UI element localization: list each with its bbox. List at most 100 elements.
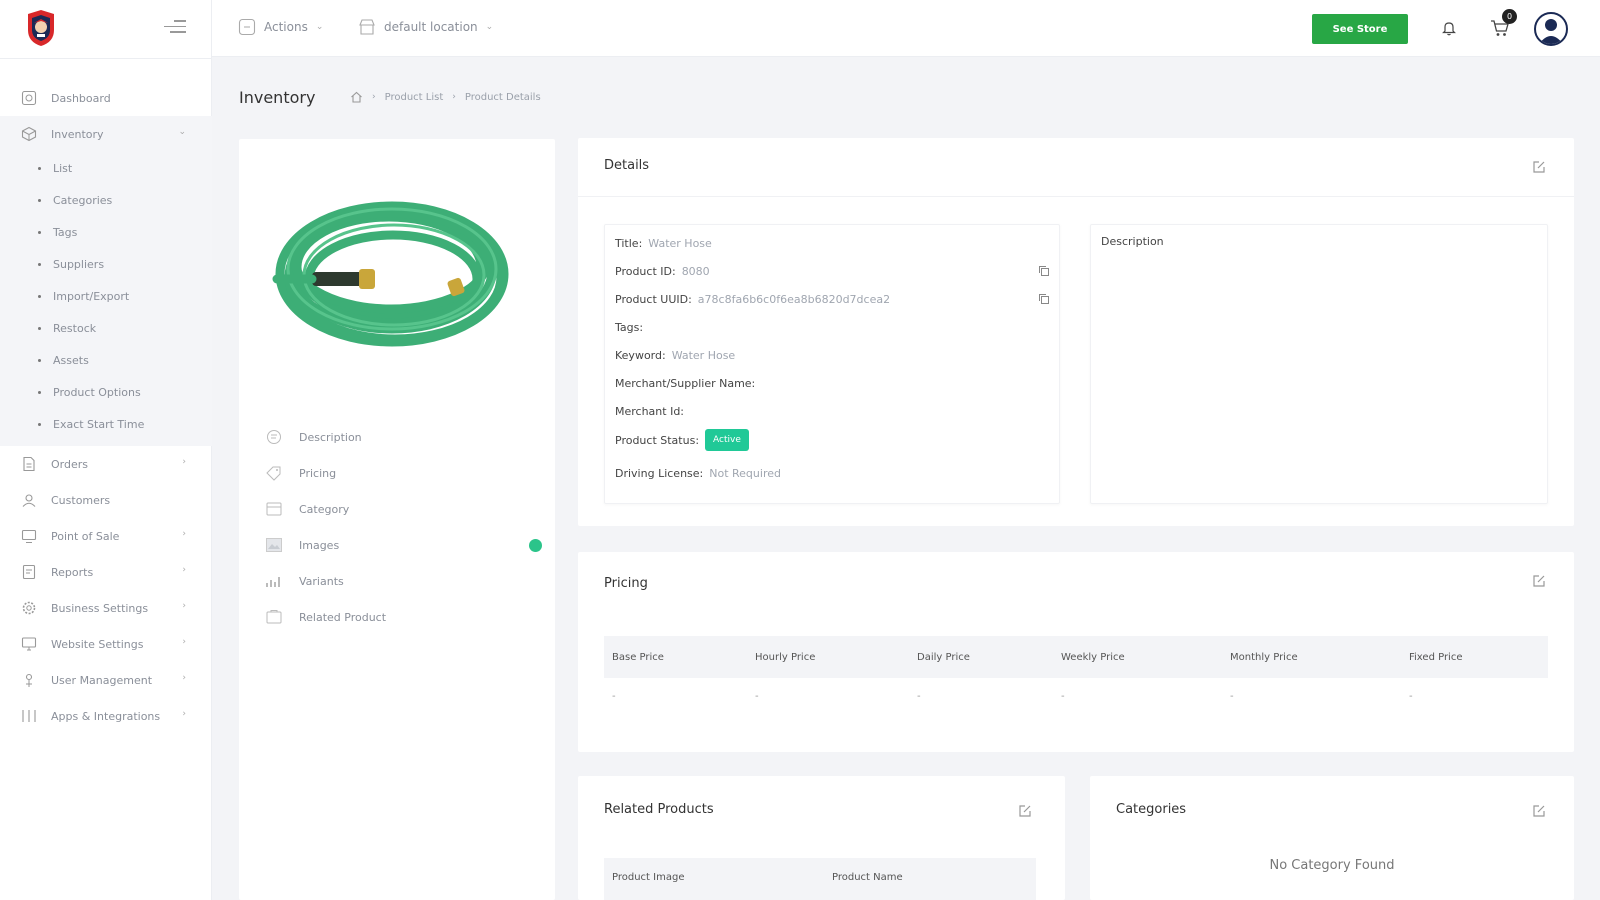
location-label: default location (384, 20, 478, 34)
sidebar-item-business-settings[interactable]: Business Settings › (0, 590, 212, 626)
sidebar-subitem-assets[interactable]: Assets (0, 344, 212, 376)
info-row-title: Title: Water Hose (615, 237, 712, 250)
bullet-icon (38, 422, 41, 426)
tab-category[interactable]: Category (239, 491, 555, 527)
column-header: Product Image (612, 872, 685, 883)
mascot-logo[interactable] (22, 8, 60, 48)
category-icon (266, 502, 282, 516)
bullet-icon (38, 230, 41, 234)
see-store-button[interactable]: See Store (1312, 14, 1408, 44)
subitem-label: Categories (53, 193, 113, 207)
info-row-tags: Tags: (615, 321, 649, 334)
copy-icon[interactable] (1038, 293, 1050, 305)
bullet-icon (38, 166, 41, 170)
related-product-icon (266, 610, 282, 624)
edit-icon[interactable] (1532, 160, 1546, 174)
actions-label: Actions (264, 20, 308, 34)
tab-label: Description (299, 430, 362, 444)
avatar[interactable] (1534, 12, 1568, 46)
keyword-value: Water Hose (671, 349, 736, 362)
product-uuid-label: Product UUID: (615, 293, 692, 306)
sidebar-subitem-restock[interactable]: Restock (0, 312, 212, 344)
sidebar-item-point-of-sale[interactable]: Point of Sale › (0, 518, 212, 554)
chevron-right-icon: › (182, 529, 186, 539)
sidebar-subitem-import-export[interactable]: Import/Export (0, 280, 212, 312)
chevron-right-icon: › (372, 92, 376, 102)
copy-icon[interactable] (1038, 265, 1050, 277)
description-label: Description (1101, 235, 1164, 248)
sidebar-subitem-suppliers[interactable]: Suppliers (0, 248, 212, 280)
title-label: Title: (615, 237, 643, 250)
edit-icon[interactable] (1532, 804, 1546, 818)
sidebar-item-label: Orders (51, 457, 88, 471)
tab-label: Images (299, 538, 340, 552)
sidebar-item-label: Customers (51, 493, 111, 507)
tags-label: Tags: (615, 321, 644, 334)
chevron-right-icon: › (182, 601, 186, 611)
sidebar-item-customers[interactable]: Customers (0, 482, 212, 518)
user-icon (20, 672, 37, 689)
sidebar-item-orders[interactable]: Orders › (0, 446, 212, 482)
sidebar-subitem-list[interactable]: List (0, 152, 212, 184)
product-uuid-value: a78c8fa6b6c0f6ea8b6820d7dcea2 (697, 293, 891, 306)
user-avatar-icon (1539, 19, 1563, 44)
driving-license-value: Not Required (709, 467, 781, 480)
tab-images[interactable]: Images (239, 527, 555, 563)
sidebar-subitem-exact-start-time[interactable]: Exact Start Time (0, 408, 212, 440)
actions-dropdown[interactable]: Actions ⌄ (238, 18, 323, 36)
bullet-icon (38, 390, 41, 394)
merchant-id-label: Merchant Id: (615, 405, 685, 418)
subitem-label: Assets (53, 353, 89, 367)
sidebar-subitem-tags[interactable]: Tags (0, 216, 212, 248)
dashboard-icon (20, 90, 37, 107)
sidebar-item-inventory[interactable]: Inventory ⌄ (0, 116, 212, 152)
home-icon[interactable] (350, 91, 363, 103)
table-cell: - (1061, 690, 1065, 702)
sidebar-item-label: Apps & Integrations (51, 709, 161, 723)
inventory-icon (20, 126, 37, 143)
details-card: Details Title: Water Hose Product ID: 80… (578, 138, 1574, 526)
reports-icon (20, 564, 37, 581)
subitem-label: Import/Export (53, 289, 130, 303)
variants-icon (266, 577, 280, 587)
tab-description[interactable]: Description (239, 419, 555, 455)
sidebar-item-apps-integrations[interactable]: Apps & Integrations › (0, 698, 212, 734)
pricing-title: Pricing (604, 576, 648, 591)
info-row-merchant-name: Merchant/Supplier Name: (615, 377, 761, 390)
subitem-label: Suppliers (53, 257, 105, 271)
column-header: Base Price (612, 651, 664, 663)
menu-collapse-icon[interactable] (164, 20, 186, 36)
gear-icon (20, 600, 37, 617)
location-dropdown[interactable]: default location ⌄ (358, 18, 493, 36)
pricing-table: Base Price Hourly Price Daily Price Week… (604, 636, 1548, 714)
product-id-value: 8080 (681, 265, 710, 278)
description-box: Description (1090, 224, 1548, 504)
sidebar-item-dashboard[interactable]: Dashboard (0, 80, 212, 116)
sidebar-item-website-settings[interactable]: Website Settings › (0, 626, 212, 662)
tab-pricing[interactable]: Pricing (239, 455, 555, 491)
categories-title: Categories (1116, 802, 1187, 817)
sidebar-item-reports[interactable]: Reports › (0, 554, 212, 590)
sidebar-divider (0, 58, 212, 59)
sidebar-item-user-management[interactable]: User Management › (0, 662, 212, 698)
bell-icon[interactable] (1440, 19, 1458, 37)
sidebar-subitem-product-options[interactable]: Product Options (0, 376, 212, 408)
sidebar-item-label: Website Settings (51, 637, 144, 651)
sidebar-subitem-categories[interactable]: Categories (0, 184, 212, 216)
edit-icon[interactable] (1018, 804, 1032, 818)
sidebar-nav: Dashboard Inventory ⌄ List Categories Ta… (0, 80, 212, 734)
tab-variants[interactable]: Variants (239, 563, 555, 599)
table-header: Base Price Hourly Price Daily Price Week… (604, 636, 1548, 678)
column-header: Monthly Price (1230, 651, 1298, 663)
cart-count-badge: 0 (1502, 9, 1517, 24)
sidebar-item-label: Business Settings (51, 601, 149, 615)
edit-icon[interactable] (1532, 574, 1546, 588)
tab-related-product[interactable]: Related Product (239, 599, 555, 635)
grid-icon (20, 708, 37, 725)
breadcrumb-product-list[interactable]: Product List (385, 92, 444, 103)
sidebar-item-label: Reports (51, 565, 94, 579)
chevron-down-icon: ⌄ (485, 22, 494, 32)
chevron-right-icon: › (182, 565, 186, 575)
status-badge: Active (705, 429, 749, 451)
subitem-label: Restock (53, 321, 97, 335)
